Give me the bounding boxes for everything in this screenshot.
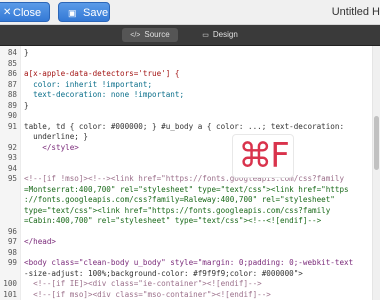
save-icon: ▣ [68, 8, 77, 18]
code-line: </head> [24, 237, 57, 246]
code-line: } [24, 48, 29, 57]
line-number: 89 [7, 100, 17, 110]
source-code-icon: </> [130, 32, 141, 39]
save-button-label: Save [83, 7, 109, 19]
code-line: type="text/css"><link href="https://font… [24, 205, 331, 215]
code-line: ://fonts.googleapis.com/css?family=Ralew… [24, 195, 335, 204]
tab-design[interactable]: ▭ Design [192, 28, 248, 42]
line-number: 101 [3, 289, 17, 299]
vertical-scrollbar[interactable] [372, 46, 380, 300]
scrollbar-thumb[interactable] [374, 116, 379, 170]
code-line: color: inherit !important; [24, 79, 153, 89]
code-line: =Cabin:400,700" rel="stylesheet" type="t… [24, 216, 322, 225]
line-number: 87 [7, 79, 17, 89]
code-line: <!--[if !mso]><!--><link href="https://f… [24, 174, 345, 183]
search-shortcut-overlay: ⌘F [232, 134, 294, 178]
line-number: 94 [7, 163, 17, 173]
code-line: text-decoration: none !important; [24, 90, 185, 99]
tab-source-label: Source [144, 30, 170, 39]
tab-design-label: Design [212, 30, 238, 39]
code-line: <body class="clean-body u_body" style="m… [24, 258, 354, 267]
line-number: 90 [7, 111, 17, 120]
line-number: 93 [7, 153, 17, 162]
line-number: 100 [3, 279, 17, 288]
code-line: </style> [24, 142, 79, 152]
line-number: 88 [7, 90, 17, 99]
line-number: 85 [7, 58, 17, 68]
line-number: 92 [7, 142, 17, 152]
line-number: 96 [7, 226, 17, 236]
close-icon: ✕ [3, 7, 12, 18]
line-number: 91 [7, 121, 17, 131]
code-line: table, td { color: #000000; } #u_body a … [24, 121, 345, 131]
line-number: 99 [7, 258, 17, 267]
line-number: 84 [7, 48, 17, 57]
mode-bar: </> Source ▭ Design [0, 25, 380, 46]
line-number: 98 [7, 247, 17, 257]
document-title: Untitled H [331, 6, 380, 18]
line-number: 95 [7, 174, 17, 183]
code-line: <!--[if mso]><div class="mso-container">… [24, 289, 271, 299]
code-line: -size-adjust: 100%;background-color: #f9… [24, 268, 303, 278]
design-icon: ▭ [202, 32, 209, 39]
code-line: =Montserrat:400,700" rel="stylesheet" ty… [24, 184, 349, 194]
toolbar: ✕ Close ▣ Save Untitled H [0, 0, 380, 25]
line-number: 97 [7, 237, 17, 246]
line-number: 86 [7, 69, 17, 78]
find-shortcut-glyph: ⌘F [238, 136, 290, 176]
save-button[interactable]: ▣ Save [58, 2, 110, 22]
code-line: <!--[if IE]><div class="ie-container"><!… [24, 279, 262, 288]
code-line: underline; } [24, 132, 89, 141]
tab-source[interactable]: </> Source [122, 28, 178, 42]
close-button-label: Close [13, 7, 42, 19]
code-line: a[x-apple-data-detectors='true'] { [24, 69, 180, 78]
code-line: } [24, 100, 29, 110]
code-editor[interactable]: 84} 85 86 a[x-apple-data-detectors='true'] … [0, 46, 380, 300]
close-button[interactable]: ✕ Close [0, 2, 50, 22]
